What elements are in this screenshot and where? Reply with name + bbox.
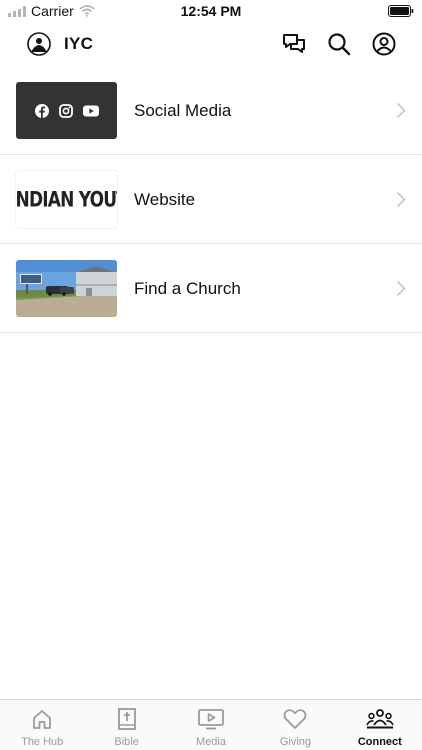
list-item-website[interactable]: INDIAN YOUTH Website xyxy=(0,155,422,244)
battery-icon xyxy=(388,4,414,22)
website-thumbnail: INDIAN YOUTH xyxy=(16,171,117,228)
tab-giving[interactable]: Giving xyxy=(253,700,337,750)
tab-label: Connect xyxy=(357,736,402,748)
list-item-label: Social Media xyxy=(134,100,232,120)
chevron-right-icon xyxy=(396,102,406,119)
tab-bible[interactable]: Bible xyxy=(84,700,168,750)
list-item-label: Find a Church xyxy=(134,278,241,298)
chevron-right-icon xyxy=(396,191,406,208)
status-time: 12:54 PM xyxy=(180,3,242,19)
status-bar: Carrier 12:54 PM xyxy=(0,0,422,22)
heart-icon xyxy=(283,708,307,730)
logo-icon[interactable] xyxy=(27,32,51,56)
tab-label: Bible xyxy=(114,736,139,748)
people-icon xyxy=(366,708,394,730)
website-thumbnail-text: INDIAN YOUTH xyxy=(16,187,117,212)
tab-connect[interactable]: Connect xyxy=(338,700,422,750)
tab-label: Media xyxy=(196,736,226,748)
brand-title[interactable]: IYC xyxy=(64,34,93,54)
app-header: IYC xyxy=(0,22,422,66)
bible-icon xyxy=(117,708,137,730)
profile-icon[interactable] xyxy=(371,31,397,57)
tab-label: The Hub xyxy=(21,736,64,748)
facebook-icon xyxy=(34,103,49,118)
home-icon xyxy=(31,708,53,730)
tab-label: Giving xyxy=(279,736,312,748)
church-photo-thumbnail xyxy=(16,260,117,317)
instagram-icon xyxy=(58,103,73,118)
list-item-find-a-church[interactable]: Find a Church xyxy=(0,244,422,333)
tab-media[interactable]: Media xyxy=(169,700,253,750)
list-item-social-media[interactable]: Social Media xyxy=(0,66,422,155)
connect-list: Social Media INDIAN YOUTH Website xyxy=(0,66,422,333)
chat-icon[interactable] xyxy=(281,31,307,57)
youtube-icon xyxy=(82,105,99,116)
social-media-thumbnail xyxy=(16,82,117,139)
search-icon[interactable] xyxy=(326,31,352,57)
chevron-right-icon xyxy=(396,280,406,297)
media-icon xyxy=(198,708,224,730)
list-item-label: Website xyxy=(134,189,196,209)
tab-the-hub[interactable]: The Hub xyxy=(0,700,84,750)
tab-bar: The Hub Bible Media Giving Connect xyxy=(0,699,422,750)
